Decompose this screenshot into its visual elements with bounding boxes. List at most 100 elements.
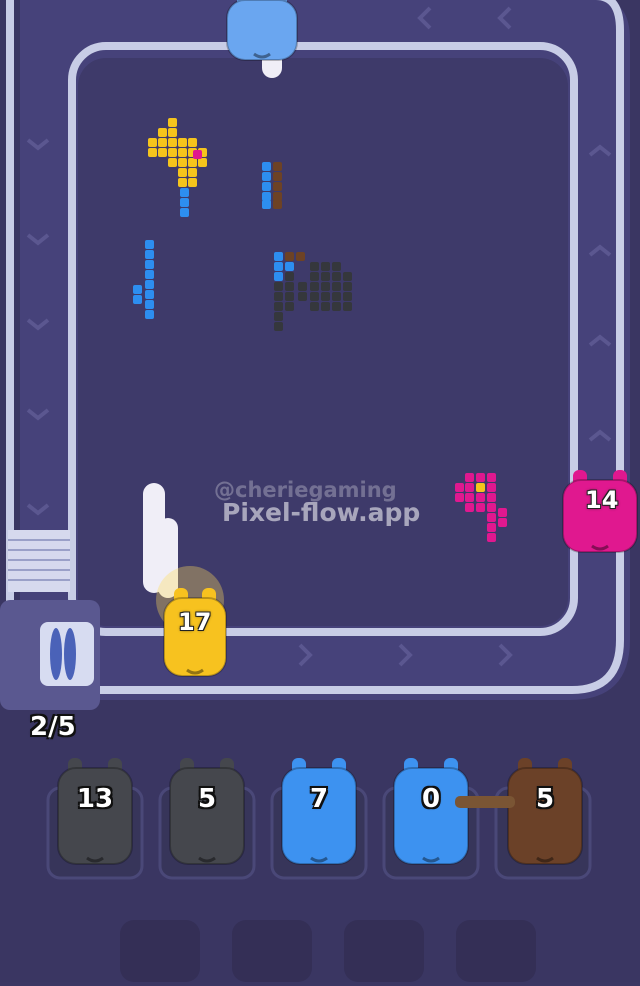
pixel-blue xyxy=(145,260,154,269)
pixel-yellow xyxy=(188,158,197,167)
pixel-blue xyxy=(180,198,189,207)
queue-count-4: 0 xyxy=(421,784,441,814)
pixel-blue xyxy=(145,310,154,319)
pixel-brown xyxy=(273,182,282,191)
pixel-yellow xyxy=(168,148,177,157)
pixel-block xyxy=(274,252,283,261)
pixel-yellow xyxy=(178,138,187,147)
pixel-black xyxy=(321,292,330,301)
pixel-yellow xyxy=(188,178,197,187)
pixel-magenta xyxy=(465,483,474,492)
pixel-blue xyxy=(262,162,271,171)
pixel-block xyxy=(274,262,283,271)
belt-spool-machine xyxy=(0,600,100,710)
pixel-blue xyxy=(262,182,271,191)
pixel-blue xyxy=(262,192,271,201)
pixel-magenta xyxy=(455,483,464,492)
pixel-magenta xyxy=(487,513,496,522)
pixel-blue xyxy=(180,208,189,217)
pixel-brown xyxy=(273,192,282,201)
pixel-block xyxy=(274,312,283,321)
pixel-blue xyxy=(262,172,271,181)
belt-shooter-yellow-count: 17 xyxy=(178,608,212,636)
pixel-black xyxy=(321,262,330,271)
pixel-blue xyxy=(180,188,189,197)
pixel-black xyxy=(310,292,319,301)
pixel-block xyxy=(296,252,305,261)
pixel-yellow xyxy=(178,168,187,177)
pixel-blue xyxy=(133,295,142,304)
pixel-blue xyxy=(145,280,154,289)
level-progress: 2/5 xyxy=(30,712,76,742)
pixel-yellow xyxy=(178,158,187,167)
queue-count-3: 7 xyxy=(309,784,329,814)
pixel-magenta xyxy=(487,533,496,542)
pixel-blue xyxy=(262,200,271,209)
pixel-magenta xyxy=(465,493,474,502)
pixel-yellow xyxy=(188,168,197,177)
pixel-yellow xyxy=(158,128,167,137)
pixel-block xyxy=(285,272,294,281)
pixel-yellow xyxy=(476,483,485,492)
pixel-black xyxy=(310,302,319,311)
pixel-yellow xyxy=(178,148,187,157)
pixel-yellow xyxy=(158,138,167,147)
pixel-magenta xyxy=(487,473,496,482)
pixel-yellow xyxy=(178,178,187,187)
pixel-yellow xyxy=(168,158,177,167)
pixel-block xyxy=(274,302,283,311)
pixel-blue xyxy=(145,240,154,249)
pixel-blue xyxy=(145,250,154,259)
pixel-brown xyxy=(273,200,282,209)
pixel-block xyxy=(285,292,294,301)
pixel-yellow xyxy=(188,138,197,147)
pixel-brown xyxy=(273,162,282,171)
pixel-yellow xyxy=(198,158,207,167)
belt-entry-stairs xyxy=(8,530,70,592)
pixel-block xyxy=(285,252,294,261)
queue-count-1: 13 xyxy=(76,784,114,814)
pixel-black xyxy=(332,282,341,291)
pixel-magenta xyxy=(476,493,485,502)
pixel-magenta xyxy=(476,473,485,482)
pixel-magenta xyxy=(498,508,507,517)
belt-shooter-magenta-count: 14 xyxy=(585,486,619,514)
pixel-black xyxy=(343,272,352,281)
pixel-blue xyxy=(133,285,142,294)
pixel-block xyxy=(274,292,283,301)
pixel-black xyxy=(321,282,330,291)
pixel-blue xyxy=(145,290,154,299)
pixel-block xyxy=(285,302,294,311)
pixel-magenta xyxy=(455,493,464,502)
pixel-yellow xyxy=(168,128,177,137)
pixel-yellow xyxy=(148,148,157,157)
pixel-block xyxy=(285,262,294,271)
pixel-black xyxy=(332,262,341,271)
belt-shooter-top-blue xyxy=(226,0,298,61)
pixel-black xyxy=(321,302,330,311)
pixel-black xyxy=(298,292,307,301)
pixel-block xyxy=(274,282,283,291)
pixel-magenta xyxy=(487,503,496,512)
pixel-black xyxy=(332,292,341,301)
pixel-yellow xyxy=(158,148,167,157)
watermark-site: Pixel-flow.app xyxy=(222,498,421,527)
pixel-black xyxy=(343,302,352,311)
pixel-black xyxy=(332,302,341,311)
queue-count-2: 5 xyxy=(197,784,217,814)
pixel-blue xyxy=(145,270,154,279)
pixel-magenta xyxy=(193,150,202,159)
pixel-magenta xyxy=(487,523,496,532)
pixel-blue xyxy=(145,300,154,309)
pixel-black xyxy=(310,262,319,271)
pixel-magenta xyxy=(487,483,496,492)
pixel-block xyxy=(274,272,283,281)
pixel-black xyxy=(332,272,341,281)
pixel-black xyxy=(310,272,319,281)
pixel-black xyxy=(298,282,307,291)
pixel-black xyxy=(310,282,319,291)
pixel-magenta xyxy=(487,493,496,502)
pixel-black xyxy=(343,282,352,291)
pixel-magenta xyxy=(465,473,474,482)
pixel-yellow xyxy=(168,118,177,127)
